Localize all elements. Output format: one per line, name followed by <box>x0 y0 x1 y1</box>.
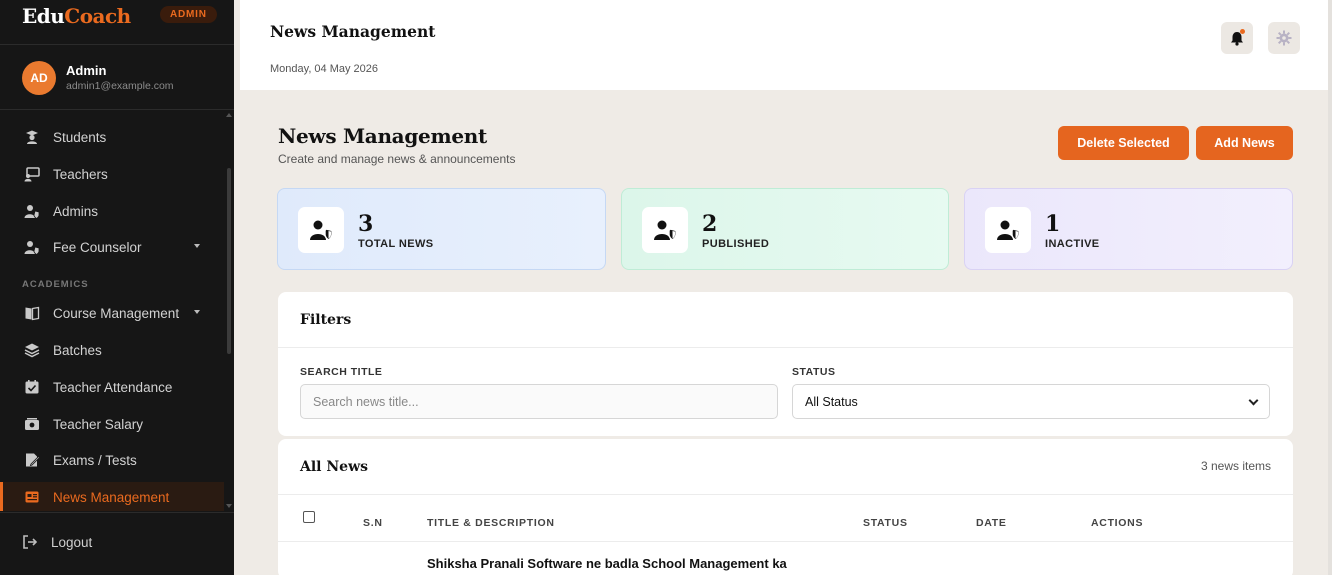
page-scrollbar[interactable] <box>1328 0 1332 575</box>
logout-label: Logout <box>51 534 93 550</box>
stat-card-published: 2 PUBLISHED <box>621 188 949 270</box>
teacher-icon <box>24 166 40 182</box>
sidebar-item-label: Batches <box>53 342 102 358</box>
brand-text-coach: Coach <box>64 4 131 28</box>
sidebar: EduCoach ADMIN AD Admin admin1@example.c… <box>0 0 234 575</box>
add-news-button[interactable]: Add News <box>1196 126 1293 160</box>
sidebar-item-fee-counselor[interactable]: Fee Counselor <box>0 232 224 262</box>
stat-value: 3 <box>358 211 374 237</box>
divider <box>0 44 234 45</box>
column-header-actions: ACTIONS <box>1091 517 1144 529</box>
delete-selected-button[interactable]: Delete Selected <box>1058 126 1189 160</box>
salary-icon <box>24 416 40 432</box>
exam-icon <box>24 452 41 468</box>
sidebar-item-teacher-attendance[interactable]: Teacher Attendance <box>0 372 224 402</box>
sidebar-item-students[interactable]: Students <box>0 122 224 152</box>
filters-card: Filters SEARCH TITLE STATUS All Status <box>278 292 1293 436</box>
counselor-icon <box>24 239 40 256</box>
status-select-value: All Status <box>805 394 858 409</box>
chevron-down-icon <box>194 310 200 314</box>
scroll-down-arrow-icon[interactable] <box>226 504 232 508</box>
sidebar-item-teachers[interactable]: Teachers <box>0 159 224 189</box>
brand-text-edu: Edu <box>22 4 65 28</box>
stat-label: INACTIVE <box>1045 238 1100 250</box>
sidebar-nav: Students Teachers Admins Fee Counselor A… <box>0 110 224 511</box>
status-label: STATUS <box>792 366 836 378</box>
search-title-label: SEARCH TITLE <box>300 366 383 378</box>
news-icon <box>24 489 40 505</box>
layers-icon <box>24 342 40 358</box>
page-title: News Management <box>278 124 487 148</box>
scroll-up-arrow-icon[interactable] <box>226 113 232 117</box>
sidebar-item-label: Students <box>53 129 107 145</box>
news-table-card: All News 3 news items S.N TITLE & DESCRI… <box>278 439 1293 575</box>
page-subtitle: Create and manage news & announcements <box>278 152 516 166</box>
sidebar-item-label: Course Management <box>53 305 180 321</box>
stat-value: 2 <box>702 211 718 237</box>
table-row-title: Shiksha Pranali Software ne badla School… <box>427 556 787 575</box>
notification-dot <box>1240 29 1245 34</box>
sidebar-item-course-management[interactable]: Course Management <box>0 298 224 328</box>
sidebar-item-exams-tests[interactable]: Exams / Tests <box>0 445 224 475</box>
top-header: News Management Monday, 04 May 2026 <box>240 0 1328 90</box>
sidebar-item-label: Admins <box>53 203 99 219</box>
logout-button[interactable]: Logout <box>22 534 92 550</box>
sidebar-item-label: News Management <box>53 489 170 505</box>
divider <box>278 347 1293 348</box>
chevron-down-icon <box>194 244 200 248</box>
column-header-date[interactable]: DATE <box>976 517 1007 529</box>
sidebar-item-label: Teachers <box>53 166 108 182</box>
sidebar-item-admins[interactable]: Admins <box>0 196 224 226</box>
notifications-button[interactable] <box>1221 22 1253 54</box>
sidebar-scroll-thumb[interactable] <box>227 168 231 354</box>
stat-label: PUBLISHED <box>702 238 770 250</box>
filters-heading: Filters <box>300 312 352 328</box>
user-shield-icon <box>642 207 688 253</box>
brand-logo[interactable]: EduCoach <box>22 4 131 28</box>
search-input[interactable] <box>300 384 778 419</box>
avatar[interactable]: AD <box>22 61 56 95</box>
chevron-down-icon <box>1248 395 1259 406</box>
sidebar-item-label: Teacher Salary <box>53 416 144 432</box>
attendance-icon <box>24 379 40 395</box>
book-icon <box>24 305 40 321</box>
status-select[interactable]: All Status <box>792 384 1270 419</box>
stat-label: TOTAL NEWS <box>358 238 434 250</box>
user-shield-icon <box>298 207 344 253</box>
divider <box>278 541 1293 542</box>
stat-value: 1 <box>1045 211 1061 237</box>
user-name: Admin <box>66 63 107 78</box>
header-title: News Management <box>270 22 436 41</box>
admin-user-icon <box>24 203 40 220</box>
user-shield-icon <box>985 207 1031 253</box>
news-count: 3 news items <box>1200 459 1271 473</box>
sidebar-item-label: Exams / Tests <box>53 452 137 468</box>
role-badge: ADMIN <box>160 6 217 23</box>
sidebar-item-label: Teacher Attendance <box>53 379 173 395</box>
divider <box>0 512 234 513</box>
section-label-academics: ACADEMICS <box>22 279 89 290</box>
sidebar-item-label: Fee Counselor <box>53 239 142 255</box>
user-email: admin1@example.com <box>66 80 174 92</box>
select-all-checkbox[interactable] <box>303 511 315 523</box>
settings-button[interactable] <box>1268 22 1300 54</box>
divider <box>278 494 1293 495</box>
column-header-title[interactable]: TITLE & DESCRIPTION <box>427 517 555 529</box>
gear-icon <box>1276 30 1292 46</box>
stat-card-inactive: 1 INACTIVE <box>964 188 1293 270</box>
sidebar-item-news-management[interactable]: News Management <box>0 482 224 511</box>
column-header-status[interactable]: STATUS <box>863 517 908 529</box>
news-table-heading: All News <box>300 459 369 475</box>
logout-icon <box>22 534 38 550</box>
sidebar-item-batches[interactable]: Batches <box>0 335 224 365</box>
header-date: Monday, 04 May 2026 <box>270 63 379 75</box>
column-header-sn[interactable]: S.N <box>363 517 383 529</box>
sidebar-item-teacher-salary[interactable]: Teacher Salary <box>0 409 224 439</box>
student-icon <box>24 129 40 145</box>
stat-card-total-news: 3 TOTAL NEWS <box>277 188 606 270</box>
